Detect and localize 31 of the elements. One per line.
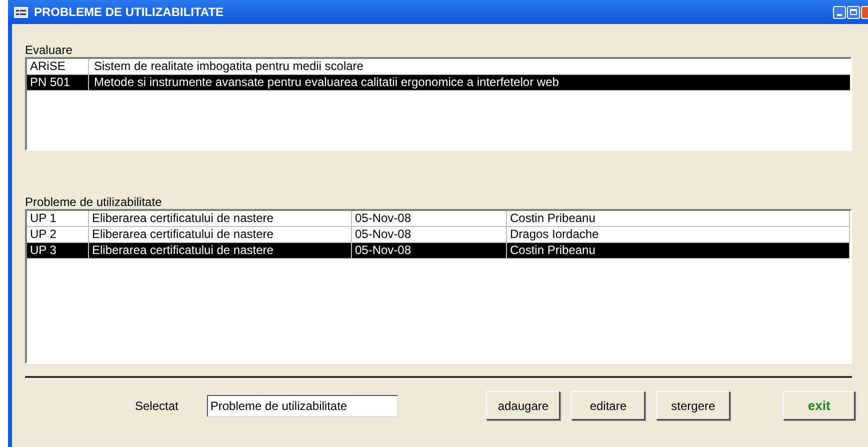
list-cell: Eliberarea certificatului de nastere — [89, 227, 352, 242]
list-cell: Dragos Iordache — [507, 227, 850, 242]
selectat-label: Selectat — [135, 398, 178, 414]
list-cell: 05-Nov-08 — [352, 211, 507, 226]
probleme-label: Probleme de utilizabilitate — [25, 195, 163, 209]
list-cell: UP 2 — [27, 227, 89, 242]
action-button[interactable]: adaugare — [486, 391, 560, 420]
action-button[interactable]: editare — [571, 391, 646, 420]
exit-button[interactable]: exit — [783, 391, 855, 420]
minimize-button[interactable] — [833, 6, 846, 18]
list-cell: Eliberarea certificatului de nastere — [89, 243, 352, 258]
list-cell: UP 1 — [27, 211, 89, 226]
selectat-field[interactable]: Probleme de utilizabilitate — [207, 394, 398, 416]
action-button[interactable]: stergere — [656, 391, 730, 420]
list-row[interactable]: UP 1 Eliberarea certificatului de nastere 05-Nov-08 Costin Pribeanu — [27, 211, 850, 227]
list-cell: Eliberarea certificatului de nastere — [89, 211, 352, 226]
list-cell-text: Sistem de realitate imbogatita pentru medii scolare — [93, 59, 364, 74]
maximize-button[interactable] — [847, 6, 860, 18]
list-cell-text: Metode si instrumente avansate pentru evaluarea calitatii ergonomice a interfetelor web — [93, 75, 560, 90]
list-cell: Costin Pribeanu — [507, 211, 850, 226]
list-cell: Costin Pribeanu — [507, 243, 850, 258]
evaluare-label: Evaluare — [25, 43, 74, 57]
list-cell: 05-Nov-08 — [352, 227, 507, 242]
window-icon — [14, 6, 28, 18]
list-cell: 05-Nov-08 — [352, 243, 507, 258]
list-cell: UP 3 — [27, 243, 89, 258]
list-cell: PN 501 — [27, 75, 89, 90]
list-cell: ARiSE — [27, 59, 89, 74]
window-title: PROBLEME DE UTILIZABILITATE — [34, 4, 225, 21]
list-row[interactable]: PN 501 Metode si instrumente avansate pentru evaluarea calitatii ergonomice a interfetelor web — [27, 75, 850, 91]
list-row[interactable]: UP 3 Eliberarea certificatului de nastere 05-Nov-08 Costin Pribeanu — [27, 243, 850, 259]
